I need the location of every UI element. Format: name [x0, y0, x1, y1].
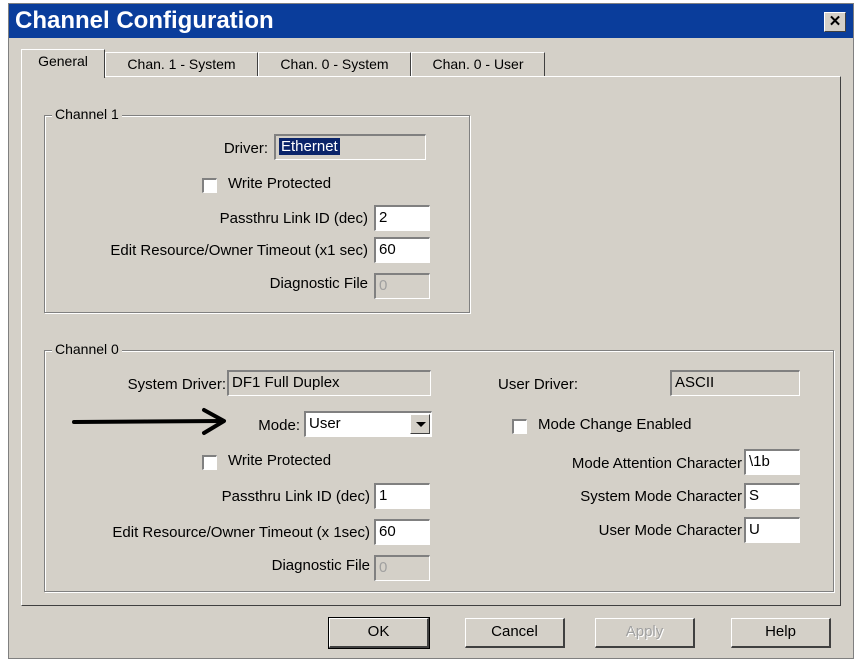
- arrow-right-icon: [72, 408, 226, 435]
- tab-chan1-system[interactable]: Chan. 1 - System: [105, 52, 258, 76]
- channel1-diagnostic-input: 0: [374, 273, 430, 299]
- ok-button[interactable]: OK: [328, 617, 430, 649]
- channel0-group-label: Channel 0: [52, 341, 122, 357]
- close-button[interactable]: ✕: [824, 12, 846, 32]
- help-button[interactable]: Help: [731, 618, 831, 648]
- channel0-passthru-input[interactable]: 1: [374, 483, 430, 509]
- tab-chan0-user[interactable]: Chan. 0 - User: [411, 52, 545, 76]
- channel1-driver-field: Ethernet: [274, 134, 426, 160]
- channel0-system-mode-input[interactable]: S: [744, 483, 800, 509]
- channel0-system-driver-field: DF1 Full Duplex: [227, 370, 431, 396]
- channel1-timeout-label: Edit Resource/Owner Timeout (x1 sec): [110, 242, 368, 259]
- apply-button[interactable]: Apply: [595, 618, 695, 648]
- tab-general[interactable]: General: [21, 49, 105, 78]
- channel0-write-protected-label: Write Protected: [228, 452, 332, 469]
- chevron-down-icon[interactable]: [410, 414, 430, 434]
- window-title: Channel Configuration: [15, 7, 274, 34]
- channel0-mode-label: Mode:: [258, 417, 300, 434]
- tab-panel-general: Channel 1 Driver: Ethernet Write Protect…: [21, 76, 841, 606]
- channel0-diagnostic-input: 0: [374, 555, 430, 581]
- channel1-diagnostic-label: Diagnostic File: [269, 275, 368, 292]
- channel0-user-mode-label: User Mode Character: [598, 522, 742, 539]
- channel0-system-mode-label: System Mode Character: [580, 488, 742, 505]
- channel1-group-label: Channel 1: [52, 106, 122, 122]
- channel1-passthru-label: Passthru Link ID (dec): [219, 210, 368, 227]
- channel0-diagnostic-label: Diagnostic File: [271, 557, 370, 574]
- tab-chan0-system[interactable]: Chan. 0 - System: [258, 52, 411, 76]
- channel0-mode-select[interactable]: User: [304, 411, 432, 437]
- title-bar[interactable]: Channel Configuration ✕: [9, 4, 853, 38]
- channel0-mode-change-checkbox[interactable]: [512, 419, 527, 434]
- channel0-system-driver-label: System Driver:: [127, 376, 226, 393]
- channel0-user-driver-field: ASCII: [670, 370, 800, 396]
- channel0-mode-value: User: [309, 415, 341, 432]
- channel0-timeout-input[interactable]: 60: [374, 519, 430, 545]
- channel0-write-protected-checkbox[interactable]: [202, 455, 217, 470]
- channel0-attention-input[interactable]: \1b: [744, 449, 800, 475]
- channel1-passthru-input[interactable]: 2: [374, 205, 430, 231]
- channel0-user-mode-input[interactable]: U: [744, 517, 800, 543]
- channel0-passthru-label: Passthru Link ID (dec): [221, 488, 370, 505]
- channel1-driver-label: Driver:: [223, 140, 268, 157]
- channel0-mode-change-label: Mode Change Enabled: [538, 416, 692, 433]
- channel0-user-driver-label: User Driver:: [498, 376, 579, 393]
- channel1-timeout-input[interactable]: 60: [374, 237, 430, 263]
- dialog-window: Channel Configuration ✕ General Chan. 1 …: [8, 3, 854, 659]
- channel0-attention-label: Mode Attention Character: [571, 455, 742, 472]
- close-icon: ✕: [828, 13, 842, 30]
- channel1-driver-value: Ethernet: [279, 138, 340, 155]
- cancel-button[interactable]: Cancel: [465, 618, 565, 648]
- channel0-timeout-label: Edit Resource/Owner Timeout (x 1sec): [112, 524, 370, 541]
- channel1-write-protected-label: Write Protected: [228, 175, 332, 192]
- channel1-write-protected-checkbox[interactable]: [202, 178, 217, 193]
